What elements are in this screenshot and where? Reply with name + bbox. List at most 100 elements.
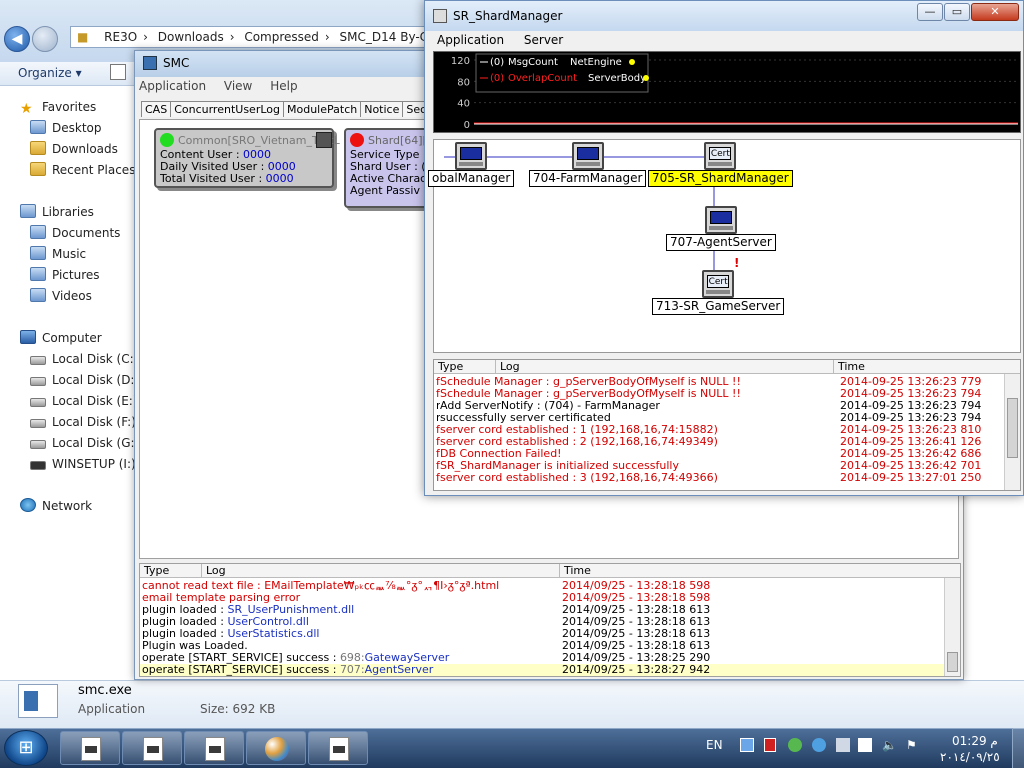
nav-drive-i[interactable]: WINSETUP (I:) [30,454,136,474]
back-button[interactable]: ◀ [4,26,30,52]
forward-button[interactable] [32,26,58,52]
tray-monitor-icon[interactable] [858,738,872,752]
log-text: operate [START_SERVICE] success : [142,664,340,676]
tray-network-icon[interactable] [812,738,826,752]
col-time[interactable]: Time [834,360,1004,374]
menu-view[interactable]: View [224,79,252,93]
close-button[interactable]: ✕ [971,3,1019,21]
log-row[interactable]: notifyPlugin was Loaded.2014/09/25 - 13:… [140,640,960,652]
log-row[interactable]: notifyoperate [START_SERVICE] success : … [140,652,960,664]
shard-title-bar[interactable]: SR_ShardManager — ▭ ✕ [425,1,1023,31]
tray-app-icon[interactable] [788,738,802,752]
nav-drive-e[interactable]: Local Disk (E:) [30,391,138,411]
breadcrumb[interactable]: ■ RE3O › Downloads › Compressed › SMC_D14 B… [70,26,430,48]
menu-help[interactable]: Help [270,79,297,93]
minimize-button[interactable]: — [917,3,943,21]
nav-favorites[interactable]: ★ Favorites [20,97,96,117]
folder-icon [30,141,46,155]
tray-shield-icon[interactable] [764,738,776,752]
log-row[interactable]: fatalserver cord established : 3 (192,16… [434,472,1020,484]
nav-pictures[interactable]: Pictures [30,265,100,285]
nav-drive-g[interactable]: Local Disk (G:) [30,433,139,453]
log-row[interactable]: notifyAdd ServerNotify : (704) - FarmMan… [434,400,1020,412]
log-row[interactable]: fatalSR_ShardManager is initialized succ… [434,460,1020,472]
common-node[interactable]: Common[SRO_Vietnam_TestL Content User : … [154,128,340,188]
menu-application[interactable]: Application [139,79,206,93]
col-log[interactable]: Log [496,360,834,374]
tray-volume-icon[interactable]: 🔈 [882,738,897,752]
log-row[interactable]: notifysuccessfully server certificated20… [434,412,1020,424]
tab-notice[interactable]: Notice [360,101,404,117]
breadcrumb-item[interactable]: Compressed [238,30,325,44]
nav-libraries[interactable]: Libraries [20,202,94,222]
library-icon [20,204,36,218]
log-row[interactable]: notifyplugin loaded : UserControl.dll201… [140,616,960,628]
clock-time[interactable]: 01:29 م [952,734,998,748]
taskbar-app[interactable] [184,731,244,765]
log-row[interactable]: notifyoperate [START_SERVICE] success : … [140,664,960,676]
log-row[interactable]: notifyplugin loaded : UserStatistics.dll… [140,628,960,640]
taskbar-app[interactable] [246,731,306,765]
nav-downloads[interactable]: Downloads [30,139,118,159]
language-indicator[interactable]: EN [706,738,723,752]
tab-concurrent-user-log[interactable]: ConcurrentUserLog [170,101,284,117]
shard-log-scrollbar[interactable] [1004,374,1020,490]
maximize-button[interactable]: ▭ [944,3,970,21]
start-button[interactable]: ⊞ [4,730,48,766]
tray-keyboard-icon[interactable] [740,738,754,752]
col-log[interactable]: Log [202,564,560,578]
log-row[interactable]: fatalemail template parsing error2014/09… [140,592,960,604]
nav-drive-c[interactable]: Local Disk (C:) [30,349,138,369]
tab-cas[interactable]: CAS [141,101,172,117]
col-type[interactable]: Type [434,360,496,374]
log-row[interactable]: notifyplugin loaded : SR_UserPunishment.… [140,604,960,616]
server-node-farmmanager[interactable]: 704-FarmManager [529,142,647,187]
breadcrumb-item[interactable]: Downloads [152,30,230,44]
server-node-globalmanager[interactable]: obalManager [428,142,515,187]
log-row[interactable]: fatalserver cord established : 1 (192,16… [434,424,1020,436]
drive-icon [30,419,46,428]
tray-action-center-icon[interactable]: ⚑ [906,738,917,752]
breadcrumb-item[interactable]: SMC_D14 By-Cru [334,30,429,44]
log-message: cannot read text file : EMailTemplate₩ₚₖ… [142,580,562,592]
log-message: server cord established : 2 (192,168,16,… [440,436,840,448]
taskbar-app[interactable] [60,731,120,765]
log-row[interactable]: fatalSchedule Manager : g_pServerBodyOfM… [434,376,1020,388]
shard-node[interactable]: Shard[64][ Service Type Shard User : ( A… [344,128,434,208]
tray-flag-icon[interactable] [836,738,850,752]
nav-network[interactable]: Network [20,496,92,516]
clock-date[interactable]: ٢٠١٤/٠٩/٢٥ [940,750,1000,764]
log-text: email template parsing error [142,592,301,604]
tab-module-patch[interactable]: ModulePatch [283,101,362,117]
nav-recent-places[interactable]: Recent Places [30,160,135,180]
organize-button[interactable]: Organize ▾ [18,66,82,80]
nav-documents[interactable]: Documents [30,223,120,243]
menu-application[interactable]: Application [437,33,504,47]
server-node-gameserver[interactable]: Cert 713-SR_GameServer [652,270,785,315]
taskbar-app[interactable] [308,731,368,765]
log-row[interactable]: fatalDB Connection Failed!2014-09-25 13:… [434,448,1020,460]
breadcrumb-item[interactable]: RE3O [98,30,143,44]
view-icon[interactable] [110,64,126,80]
cert-monitor-icon: Cert [704,142,737,170]
col-type[interactable]: Type [140,564,202,578]
server-node-agentserver[interactable]: 707-AgentServer [666,206,776,251]
log-time: 2014/09/25 - 13:28:18 613 [562,640,711,652]
nav-music[interactable]: Music [30,244,86,264]
smc-log-scrollbar[interactable] [944,578,960,676]
menu-server[interactable]: Server [524,33,563,47]
nav-drive-f[interactable]: Local Disk (F:) [30,412,136,432]
nav-drive-d[interactable]: Local Disk (D:) [30,370,139,390]
col-time[interactable]: Time [560,564,944,578]
nav-computer[interactable]: Computer [20,328,102,348]
log-message: server cord established : 1 (192,168,16,… [440,424,840,436]
nav-videos[interactable]: Videos [30,286,92,306]
log-row[interactable]: fatalcannot read text file : EMailTempla… [140,580,960,592]
log-row[interactable]: fatalserver cord established : 2 (192,16… [434,436,1020,448]
nav-desktop[interactable]: Desktop [30,118,102,138]
log-row[interactable]: fatalSchedule Manager : g_pServerBodyOfM… [434,388,1020,400]
show-desktop-button[interactable] [1012,728,1024,768]
node-close-icon[interactable] [316,132,332,148]
server-node-shardmanager[interactable]: Cert 705-SR_ShardManager [648,142,793,187]
taskbar-app[interactable] [122,731,182,765]
